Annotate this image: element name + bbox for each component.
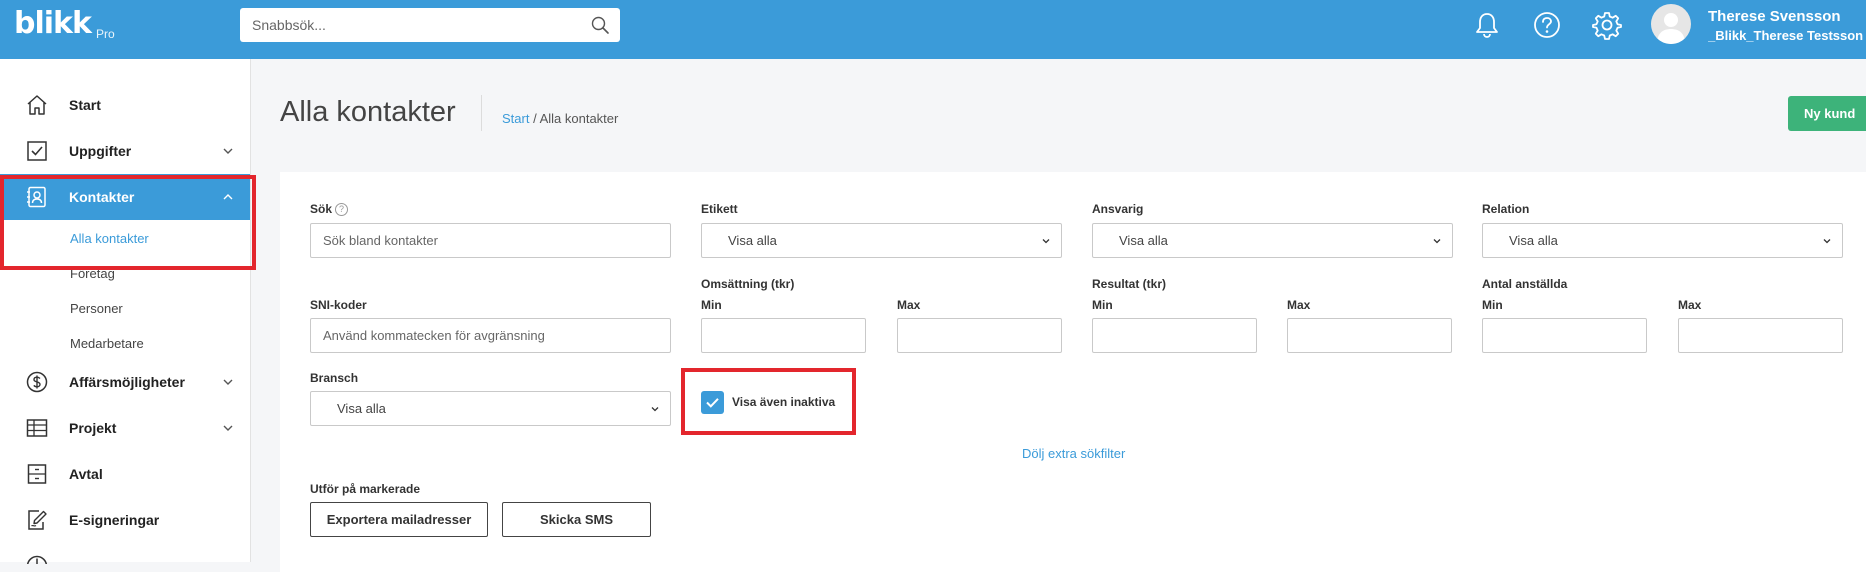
highlight-box-inactive — [681, 368, 856, 435]
resultat-max-input[interactable] — [1288, 319, 1451, 352]
home-icon — [27, 95, 47, 115]
omsattning-min-label: Min — [701, 298, 722, 312]
sidebar-item-e-signeringar[interactable]: E-signeringar — [0, 497, 250, 543]
filter-card: Sök? Etikett Visa alla Ansvarig Visa all… — [280, 172, 1866, 572]
sni-field — [310, 318, 671, 353]
ansvarig-label: Ansvarig — [1092, 202, 1144, 216]
document-sign-icon — [28, 510, 47, 530]
etikett-select[interactable]: Visa alla — [701, 223, 1062, 258]
sidebar-item-uppgifter[interactable]: Uppgifter — [0, 128, 250, 174]
user-silhouette-icon — [1657, 13, 1685, 44]
anstallda-max-label: Max — [1678, 298, 1702, 312]
contact-search-field — [310, 223, 671, 258]
new-customer-button[interactable]: Ny kund — [1788, 96, 1866, 131]
omsattning-min-input[interactable] — [702, 319, 865, 352]
resultat-max-label: Max — [1287, 298, 1311, 312]
chevron-down-icon — [651, 407, 659, 412]
relation-selected-value: Visa alla — [1509, 233, 1558, 248]
chevron-down-icon[interactable] — [222, 145, 234, 157]
export-emails-button[interactable]: Exportera mailadresser — [310, 502, 488, 537]
clock-icon — [26, 555, 48, 564]
quick-search — [240, 8, 620, 42]
chevron-down-icon — [1042, 239, 1050, 244]
question-icon[interactable]: ? — [335, 203, 349, 216]
breadcrumb-link-start[interactable]: Start — [502, 111, 529, 126]
anstallda-max-input[interactable] — [1679, 319, 1842, 352]
sidebar-item-affarsmojligheter[interactable]: Affärsmöjligheter — [0, 359, 250, 405]
bulk-actions-label: Utför på markerade — [310, 482, 421, 496]
dollar-circle-icon — [26, 371, 48, 393]
anstallda-min-input[interactable] — [1483, 319, 1646, 352]
sidebar-item-label: Affärsmöjligheter — [69, 374, 185, 390]
ansvarig-select[interactable]: Visa alla — [1092, 223, 1453, 258]
bell-icon[interactable] — [1470, 8, 1504, 42]
page-title: Alla kontakter — [280, 96, 456, 128]
breadcrumb-current: Alla kontakter — [539, 111, 619, 126]
resultat-min-input[interactable] — [1093, 319, 1256, 352]
quick-search-input[interactable] — [240, 8, 594, 42]
resultat-min-field — [1092, 318, 1257, 353]
anstallda-max-field — [1678, 318, 1843, 353]
sni-label: SNI-koder — [310, 298, 367, 312]
bransch-label: Bransch — [310, 371, 359, 385]
title-divider — [481, 95, 482, 131]
resultat-min-label: Min — [1092, 298, 1113, 312]
sidebar-item-start[interactable]: Start — [0, 82, 250, 128]
sidebar-item-label: Avtal — [69, 466, 103, 482]
relation-label: Relation — [1482, 202, 1530, 216]
checkbox-task-icon — [27, 141, 47, 161]
breadcrumb: Start / Alla kontakter — [502, 111, 618, 126]
search-label: Sök? — [310, 202, 349, 216]
archive-icon — [27, 464, 47, 484]
search-label-text: Sök — [310, 202, 333, 216]
sidebar-subitem-personer[interactable]: Personer — [70, 301, 123, 316]
chevron-down-icon — [1823, 239, 1831, 244]
bransch-selected-value: Visa alla — [337, 401, 386, 416]
user-organization[interactable]: _Blikk_Therese Testsson AB — [1708, 28, 1866, 43]
sidebar-item-projekt[interactable]: Projekt — [0, 405, 250, 451]
top-bar: blikk Pro Therese Svensson _Blikk_Theres… — [0, 0, 1866, 59]
sidebar-subitem-medarbetare[interactable]: Medarbetare — [70, 336, 144, 351]
sidebar-item-avtal[interactable]: Avtal — [0, 451, 250, 497]
table-icon — [26, 419, 48, 437]
sidebar-item-label: Projekt — [69, 420, 117, 436]
etikett-label: Etikett — [701, 202, 738, 216]
omsattning-label: Omsättning (tkr) — [701, 277, 795, 291]
help-icon[interactable] — [1530, 8, 1564, 42]
send-sms-button[interactable]: Skicka SMS — [502, 502, 651, 537]
sidebar-item-label: Start — [69, 97, 101, 113]
sidebar: Start Uppgifter Kontakter Alla kontakter… — [0, 59, 256, 564]
highlight-box-kontakter — [0, 175, 256, 270]
omsattning-max-label: Max — [897, 298, 921, 312]
sidebar-item-label: Uppgifter — [69, 143, 132, 159]
omsattning-min-field — [701, 318, 866, 353]
sidebar-item-label: E-signeringar — [69, 512, 160, 528]
contact-search-input[interactable] — [311, 224, 670, 257]
etikett-selected-value: Visa alla — [728, 233, 777, 248]
hide-extra-filters-link[interactable]: Dölj extra sökfilter — [1022, 446, 1125, 461]
resultat-max-field — [1287, 318, 1452, 353]
avatar[interactable] — [1651, 4, 1691, 44]
logo-pro-suffix: Pro — [96, 27, 115, 41]
omsattning-max-input[interactable] — [898, 319, 1061, 352]
blikk-logo[interactable]: blikk — [14, 6, 92, 41]
sni-input[interactable] — [311, 319, 670, 352]
resultat-label: Resultat (tkr) — [1092, 277, 1167, 291]
omsattning-max-field — [897, 318, 1062, 353]
bransch-select[interactable]: Visa alla — [310, 391, 671, 426]
gear-icon[interactable] — [1590, 8, 1624, 42]
chevron-down-icon[interactable] — [222, 422, 234, 434]
relation-select[interactable]: Visa alla — [1482, 223, 1843, 258]
breadcrumb-separator: / — [529, 111, 540, 126]
anstallda-label: Antal anställda — [1482, 277, 1568, 291]
chevron-down-icon — [1433, 239, 1441, 244]
anstallda-min-field — [1482, 318, 1647, 353]
chevron-down-icon[interactable] — [222, 376, 234, 388]
anstallda-min-label: Min — [1482, 298, 1503, 312]
search-icon[interactable] — [590, 15, 610, 35]
user-name[interactable]: Therese Svensson — [1708, 8, 1841, 25]
ansvarig-selected-value: Visa alla — [1119, 233, 1168, 248]
